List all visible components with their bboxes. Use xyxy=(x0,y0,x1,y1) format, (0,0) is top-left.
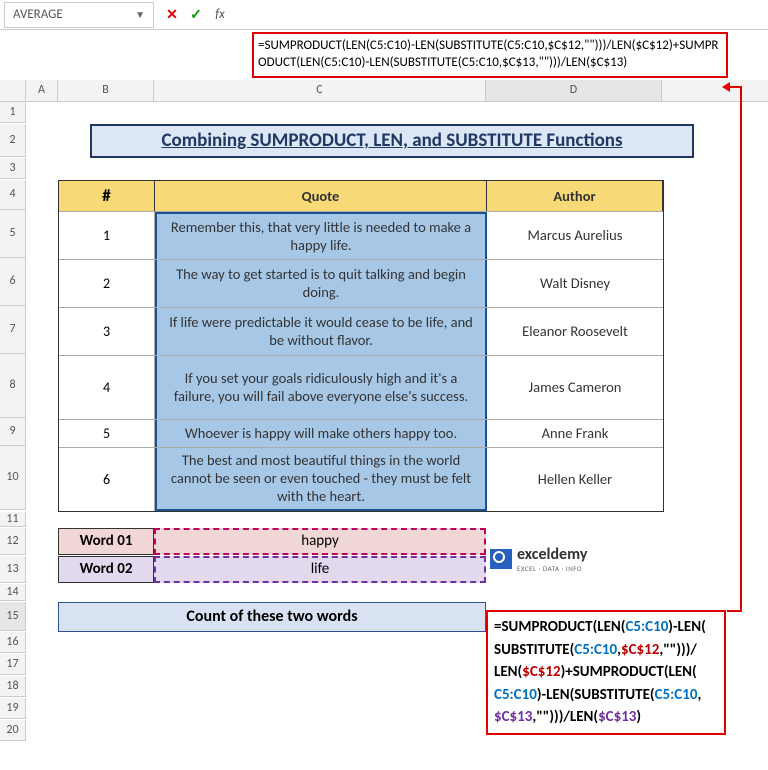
arrow-connector xyxy=(740,88,742,612)
row-header[interactable]: 11 xyxy=(0,512,26,527)
table-cell[interactable]: 1 xyxy=(59,212,155,259)
row-header[interactable]: 20 xyxy=(0,720,26,741)
quotes-table: # Quote Author 1 Remember this, that ver… xyxy=(58,180,664,512)
table-cell[interactable]: The best and most beautiful things in th… xyxy=(155,448,487,511)
row-header[interactable]: 6 xyxy=(0,258,26,306)
col-header-b[interactable]: B xyxy=(58,80,154,101)
row-header[interactable]: 5 xyxy=(0,210,26,258)
fx-icon[interactable]: fx xyxy=(210,5,230,25)
row-header[interactable]: 17 xyxy=(0,654,26,675)
table-cell[interactable]: 5 xyxy=(59,420,155,447)
col-header-c[interactable]: C xyxy=(154,80,486,101)
table-cell[interactable]: Hellen Keller xyxy=(487,448,663,511)
chevron-down-icon[interactable]: ▼ xyxy=(135,8,145,21)
word01-label[interactable]: Word 01 xyxy=(58,528,154,555)
row-header[interactable]: 8 xyxy=(0,354,26,418)
page-title: Combining SUMPRODUCT, LEN, and SUBSTITUT… xyxy=(90,124,694,158)
col-header-a[interactable]: A xyxy=(26,80,58,101)
formula-bar[interactable]: =SUMPRODUCT(LEN(C5:C10)-LEN(SUBSTITUTE(C… xyxy=(252,32,728,78)
row-header[interactable]: 2 xyxy=(0,124,26,157)
table-cell[interactable]: Whoever is happy will make others happy … xyxy=(155,420,487,447)
logo-subtext: EXCEL · DATA · INFO xyxy=(517,564,587,573)
table-cell[interactable]: Remember this, that very little is neede… xyxy=(155,212,487,259)
name-box[interactable]: AVERAGE ▼ xyxy=(4,2,154,28)
table-cell[interactable]: Walt Disney xyxy=(487,260,663,307)
row-header[interactable]: 16 xyxy=(0,632,26,653)
cell[interactable] xyxy=(26,124,58,157)
row-header[interactable]: 15 xyxy=(0,602,26,631)
row-header[interactable]: 13 xyxy=(0,556,26,583)
row-header[interactable]: 10 xyxy=(0,446,26,510)
cancel-formula-button[interactable]: ✕ xyxy=(162,5,182,25)
row-header[interactable]: 18 xyxy=(0,676,26,697)
table-cell[interactable]: The way to get started is to quit talkin… xyxy=(155,260,487,307)
table-cell[interactable]: 2 xyxy=(59,260,155,307)
word02-label[interactable]: Word 02 xyxy=(58,556,154,583)
table-cell[interactable]: If you set your goals ridiculously high … xyxy=(155,356,487,419)
row-header[interactable]: 1 xyxy=(0,102,26,123)
table-header-author[interactable]: Author xyxy=(487,181,663,211)
col-header-d[interactable]: D xyxy=(486,80,662,101)
formula-bar-text: =SUMPRODUCT(LEN(C5:C10)-LEN(SUBSTITUTE(C… xyxy=(258,38,722,72)
table-header-num[interactable]: # xyxy=(59,181,155,211)
arrow-head-icon xyxy=(722,82,730,92)
row-header[interactable]: 12 xyxy=(0,528,26,555)
accept-formula-button[interactable]: ✓ xyxy=(186,5,206,25)
row-header[interactable]: 4 xyxy=(0,180,26,210)
logo-text: exceldemy xyxy=(517,545,587,564)
row-header[interactable]: 9 xyxy=(0,418,26,446)
row-header[interactable]: 14 xyxy=(0,584,26,601)
row-header[interactable]: 7 xyxy=(0,306,26,354)
table-cell[interactable]: Eleanor Roosevelt xyxy=(487,308,663,355)
exceldemy-logo: exceldemy EXCEL · DATA · INFO xyxy=(490,545,587,573)
select-all-corner[interactable] xyxy=(0,80,26,101)
table-cell[interactable]: Anne Frank xyxy=(487,420,663,447)
formula-overlay: =SUMPRODUCT(LEN(C5:C10)-LEN( SUBSTITUTE(… xyxy=(486,610,726,735)
row-header[interactable]: 19 xyxy=(0,698,26,719)
arrow-connector xyxy=(728,86,742,88)
table-cell[interactable]: Marcus Aurelius xyxy=(487,212,663,259)
table-cell[interactable]: James Cameron xyxy=(487,356,663,419)
word02-value[interactable]: life xyxy=(154,556,486,583)
count-label[interactable]: Count of these two words xyxy=(58,602,486,632)
word01-value[interactable]: happy xyxy=(154,528,486,555)
table-cell[interactable]: If life were predictable it would cease … xyxy=(155,308,487,355)
logo-icon xyxy=(490,549,512,569)
table-cell[interactable]: 3 xyxy=(59,308,155,355)
table-header-quote[interactable]: Quote xyxy=(155,181,487,211)
table-cell[interactable]: 6 xyxy=(59,448,155,511)
table-cell[interactable]: 4 xyxy=(59,356,155,419)
name-box-value: AVERAGE xyxy=(13,7,63,22)
arrow-connector xyxy=(727,610,742,612)
row-header[interactable]: 3 xyxy=(0,158,26,179)
